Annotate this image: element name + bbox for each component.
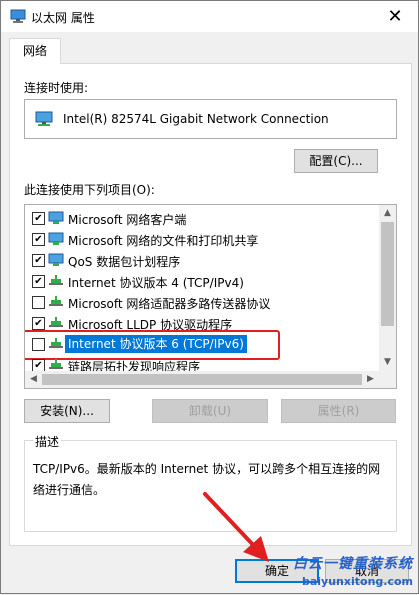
list-item-selected[interactable]: Internet 协议版本 6 (TCP/IPv6) [25, 330, 379, 360]
list-item-label: Internet 协议版本 4 (TCP/IPv4) [68, 276, 244, 290]
network-adapter-icon [10, 9, 26, 23]
description-title: 描述 [33, 433, 62, 450]
properties-window: 以太网 属性 ✕ 网络 连接时使用: Intel(R) 82574L Gigab… [0, 0, 419, 594]
network-adapter-icon [35, 111, 53, 126]
scroll-thumb[interactable] [381, 222, 394, 326]
list-item-label: 链路层拓扑发现响应程序 [68, 360, 201, 371]
list-item[interactable]: ✔ Internet 协议版本 4 (TCP/IPv4) [25, 271, 379, 291]
scroll-left-icon[interactable]: ◀ [25, 371, 42, 388]
protocol-icon [49, 317, 63, 327]
list-item[interactable]: ✔ QoS 数据包计划程序 [25, 250, 379, 270]
tab-network[interactable]: 网络 [9, 38, 61, 64]
watermark-title: 白云一键重装系统 [293, 556, 413, 572]
checkbox[interactable]: ✔ [32, 212, 45, 225]
list-item[interactable]: Microsoft 网络适配器多路传送器协议 [25, 292, 379, 312]
connect-using-label: 连接时使用: [24, 81, 89, 95]
checkbox[interactable] [32, 338, 45, 351]
items-label: 此连接使用下列项目(O): [24, 183, 155, 197]
scroll-up-icon[interactable]: ▲ [379, 205, 396, 222]
adapter-field: Intel(R) 82574L Gigabit Network Connecti… [24, 99, 397, 139]
checkbox[interactable]: ✔ [32, 254, 45, 267]
checkbox[interactable]: ✔ [32, 275, 45, 288]
list-item[interactable]: ✔ Microsoft 网络的文件和打印机共享 [25, 229, 379, 249]
network-tab-panel: 连接时使用: Intel(R) 82574L Gigabit Network C… [9, 63, 412, 546]
list-item[interactable]: ✔ Microsoft 网络客户端 [25, 208, 379, 228]
uninstall-button[interactable]: 卸载(U) [152, 399, 268, 423]
scroll-down-icon[interactable]: ▼ [379, 354, 396, 371]
components-list[interactable]: ✔ Microsoft 网络客户端 ✔ Microsoft 网络的文件和打印机共… [24, 204, 397, 389]
title-bar[interactable]: 以太网 属性 ✕ [1, 1, 418, 32]
protocol-icon [49, 338, 63, 348]
watermark-url: baiyunxitong.com [301, 575, 413, 588]
network-client-icon [48, 211, 64, 224]
list-item-label: QoS 数据包计划程序 [68, 255, 181, 269]
scroll-thumb[interactable] [42, 374, 362, 385]
install-button[interactable]: 安装(N)... [24, 399, 110, 423]
protocol-icon [49, 275, 63, 285]
configure-button[interactable]: 配置(C)... [294, 149, 378, 173]
protocol-icon [49, 296, 63, 306]
list-item-label: Internet 协议版本 6 (TCP/IPv6) [65, 335, 247, 353]
close-icon: ✕ [387, 6, 403, 27]
window-title: 以太网 属性 [31, 11, 95, 25]
network-client-icon [48, 232, 64, 245]
list-item-label: Microsoft 网络客户端 [68, 213, 187, 227]
network-client-icon [48, 253, 64, 266]
list-item-label: Microsoft 网络的文件和打印机共享 [68, 234, 259, 248]
horizontal-scrollbar[interactable]: ◀ ▶ [25, 371, 396, 388]
checkbox[interactable]: ✔ [32, 359, 45, 371]
checkbox[interactable]: ✔ [32, 233, 45, 246]
list-item[interactable]: ✔ 链路层拓扑发现响应程序 [25, 355, 379, 371]
checkbox[interactable]: ✔ [32, 317, 45, 330]
properties-button[interactable]: 属性(R) [281, 399, 396, 423]
vertical-scrollbar[interactable]: ▲ ▼ [379, 205, 396, 371]
list-item-label: Microsoft 网络适配器多路传送器协议 [68, 297, 271, 311]
watermark-logo: 白云一键重装系统 baiyunxitong.com [267, 551, 417, 595]
protocol-icon [49, 359, 63, 369]
close-button[interactable]: ✕ [372, 1, 418, 32]
adapter-name: Intel(R) 82574L Gigabit Network Connecti… [63, 112, 329, 126]
scroll-right-icon[interactable]: ▶ [362, 371, 379, 388]
checkbox[interactable] [32, 296, 45, 309]
